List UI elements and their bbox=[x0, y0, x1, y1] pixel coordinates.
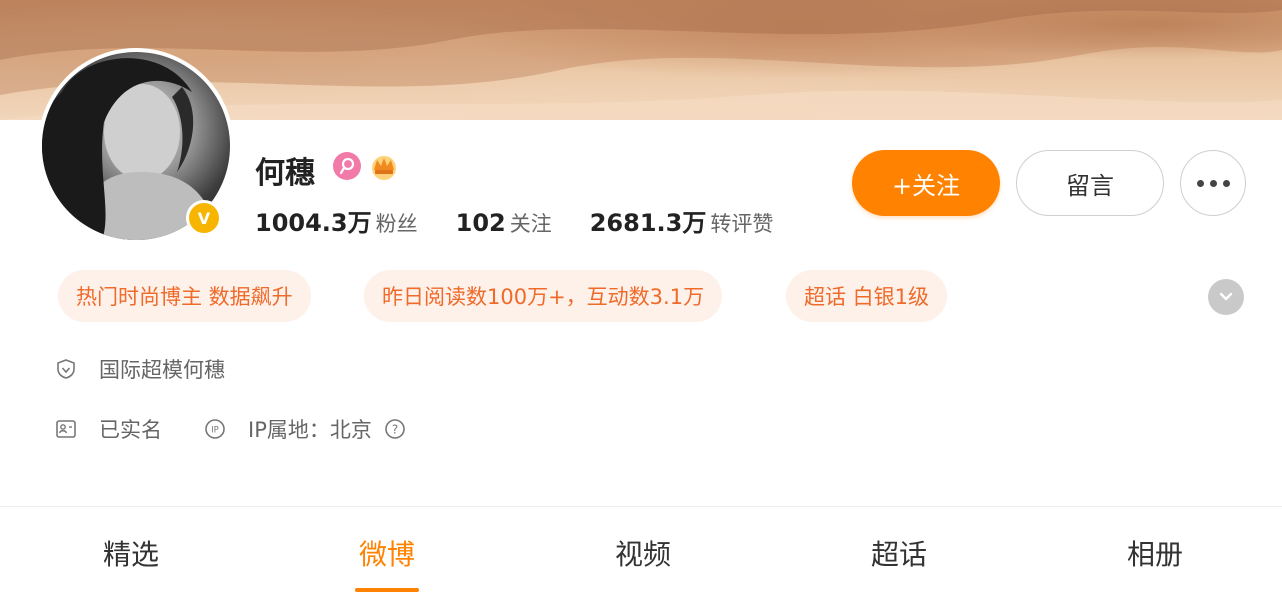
tab-weibo[interactable]: 微博 bbox=[327, 533, 447, 573]
message-button[interactable]: 留言 bbox=[1016, 150, 1164, 216]
bio-text: 国际超模何穗 bbox=[99, 358, 225, 382]
profile-tabs: 精选 微博 视频 超话 相册 bbox=[0, 507, 1282, 594]
realname-text: 已实名 bbox=[99, 418, 162, 442]
tab-featured[interactable]: 精选 bbox=[71, 533, 191, 573]
tag-reading-stats[interactable]: 昨日阅读数100万+，互动数3.1万 bbox=[364, 270, 723, 322]
tab-supertopic[interactable]: 超话 bbox=[839, 533, 959, 573]
crown-icon[interactable] bbox=[368, 150, 400, 182]
active-tab-indicator bbox=[355, 588, 419, 592]
chevron-down-icon bbox=[1219, 292, 1233, 301]
more-dots-icon bbox=[1196, 179, 1204, 187]
tab-album[interactable]: 相册 bbox=[1095, 533, 1215, 573]
ip-icon: IP bbox=[205, 419, 225, 439]
more-dots-icon bbox=[1209, 179, 1217, 187]
stat-following[interactable]: 102 关注 bbox=[456, 208, 552, 238]
stat-value: 102 bbox=[455, 209, 506, 237]
follow-button[interactable]: +关注 bbox=[852, 150, 1000, 216]
stat-value: 1004.3万 bbox=[255, 209, 372, 237]
more-options-button[interactable] bbox=[1180, 150, 1246, 216]
profile-name: 何穗 bbox=[255, 156, 315, 191]
tag-hot-blogger[interactable]: 热门时尚博主 数据飙升 bbox=[58, 270, 311, 322]
identity-row: 已实名 IP IP属地：北京 ? bbox=[55, 414, 406, 444]
stat-followers[interactable]: 1004.3万 粉丝 bbox=[255, 203, 418, 238]
profile-stats: 1004.3万 粉丝 102 关注 2681.3万 转评赞 bbox=[255, 203, 773, 238]
expand-tags-button[interactable] bbox=[1208, 279, 1244, 315]
help-icon[interactable]: ? bbox=[384, 418, 406, 440]
svg-text:?: ? bbox=[392, 423, 398, 437]
stat-label: 转评赞 bbox=[710, 212, 774, 236]
more-dots-icon bbox=[1222, 179, 1230, 187]
verified-badge-icon: V bbox=[186, 200, 222, 236]
stat-label: 粉丝 bbox=[375, 212, 418, 236]
stat-value: 2681.3万 bbox=[589, 209, 707, 237]
vip-badge-icon[interactable] bbox=[333, 152, 361, 180]
tab-video[interactable]: 视频 bbox=[583, 533, 703, 573]
id-card-icon bbox=[56, 420, 76, 438]
ip-location-text: IP属地：北京 bbox=[248, 418, 372, 442]
tag-supertopic[interactable]: 超话 白银1级 bbox=[786, 270, 948, 322]
stat-likes: 2681.3万 转评赞 bbox=[590, 203, 774, 238]
stat-label: 关注 bbox=[509, 212, 552, 236]
shield-icon bbox=[57, 359, 75, 379]
bio-row: 国际超模何穗 bbox=[55, 354, 225, 384]
svg-text:IP: IP bbox=[211, 426, 219, 436]
